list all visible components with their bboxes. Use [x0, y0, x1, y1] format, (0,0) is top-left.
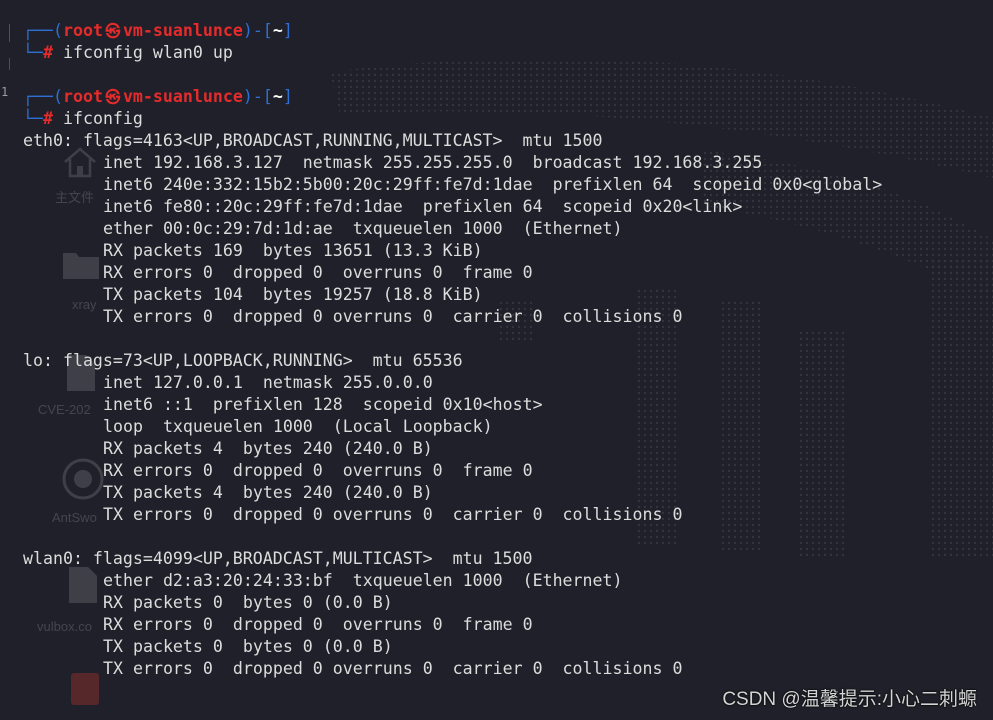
- prompt-cwd: ~: [272, 87, 283, 106]
- interface-detail: inet 127.0.0.1 netmask 255.0.0.0: [103, 373, 433, 392]
- interface-detail: RX packets 4 bytes 240 (240.0 B): [103, 439, 433, 458]
- edge-marker: 1: [1, 85, 9, 99]
- prompt-host: vm-suanlunce: [122, 87, 243, 106]
- interface-detail: RX errors 0 dropped 0 overruns 0 frame 0: [103, 263, 533, 282]
- csdn-watermark: CSDN @温馨提示:小心二刺螈: [722, 689, 977, 710]
- interface-detail: inet 192.168.3.127 netmask 255.255.255.0…: [103, 153, 763, 172]
- interface-detail: TX packets 0 bytes 0 (0.0 B): [103, 637, 393, 656]
- window-edge: [9, 58, 10, 70]
- prompt-host: vm-suanlunce: [122, 21, 243, 40]
- interface-wlan0: wlan0: flags=4099<UP,BROADCAST,MULTICAST…: [23, 548, 882, 680]
- interface-detail: inet6 ::1 prefixlen 128 scopeid 0x10<hos…: [103, 395, 543, 414]
- window-edge: [9, 24, 10, 42]
- interface-detail: ether 00:0c:29:7d:1d:ae txqueuelen 1000 …: [103, 219, 623, 238]
- prompt-line: ┌──(root ㉿ vm-suanlunce)-[~]: [23, 20, 882, 42]
- prompt-close: ]: [282, 87, 293, 106]
- command-text: ifconfig: [62, 109, 143, 128]
- interface-detail: TX errors 0 dropped 0 overruns 0 carrier…: [103, 659, 683, 678]
- command-line: └─ # ifconfig wlan0 up: [23, 42, 882, 64]
- command-text: ifconfig wlan0 up: [62, 43, 233, 62]
- interface-lo: lo: flags=73<UP,LOOPBACK,RUNNING> mtu 65…: [23, 350, 882, 526]
- interface-header: lo: flags=73<UP,LOOPBACK,RUNNING> mtu 65…: [23, 351, 463, 370]
- prompt-user: root: [62, 87, 103, 106]
- prompt-symbol: #: [42, 109, 53, 128]
- interface-detail: loop txqueuelen 1000 (Local Loopback): [103, 417, 493, 436]
- interface-detail: TX errors 0 dropped 0 overruns 0 carrier…: [103, 307, 683, 326]
- prompt-close: ]: [282, 21, 293, 40]
- interface-detail: RX packets 0 bytes 0 (0.0 B): [103, 593, 393, 612]
- interface-detail: TX packets 104 bytes 19257 (18.8 KiB): [103, 285, 483, 304]
- command-line: └─ # ifconfig: [23, 108, 882, 130]
- interface-detail: ether d2:a3:20:24:33:bf txqueuelen 1000 …: [103, 571, 623, 590]
- terminal[interactable]: ┌──(root ㉿ vm-suanlunce)-[~] └─ # ifconfig w…: [23, 20, 882, 680]
- prompt-corner: └─: [23, 109, 43, 128]
- interface-detail: RX packets 169 bytes 13651 (13.3 KiB): [103, 241, 483, 260]
- prompt-separator: )-[: [242, 21, 273, 40]
- prompt-cwd: ~: [272, 21, 283, 40]
- interface-eth0: eth0: flags=4163<UP,BROADCAST,RUNNING,MU…: [23, 130, 882, 328]
- interface-detail: RX errors 0 dropped 0 overruns 0 frame 0: [103, 461, 533, 480]
- prompt-corner: └─: [23, 43, 43, 62]
- interface-detail: inet6 240e:332:15b2:5b00:20c:29ff:fe7d:1…: [103, 175, 883, 194]
- prompt-open: ┌──(: [23, 21, 63, 40]
- interface-detail: inet6 fe80::20c:29ff:fe7d:1dae prefixlen…: [103, 197, 743, 216]
- interface-header: wlan0: flags=4099<UP,BROADCAST,MULTICAST…: [23, 549, 533, 568]
- interface-detail: TX errors 0 dropped 0 overruns 0 carrier…: [103, 505, 683, 524]
- interface-detail: TX packets 4 bytes 240 (240.0 B): [103, 483, 433, 502]
- prompt-symbol: #: [42, 43, 53, 62]
- prompt-separator: )-[: [242, 87, 273, 106]
- prompt-at-symbol: ㉿: [105, 88, 121, 106]
- prompt-at-symbol: ㉿: [105, 22, 121, 40]
- prompt-line: ┌──(root ㉿ vm-suanlunce)-[~]: [23, 86, 882, 108]
- prompt-user: root: [62, 21, 103, 40]
- interface-detail: RX errors 0 dropped 0 overruns 0 frame 0: [103, 615, 533, 634]
- interface-header: eth0: flags=4163<UP,BROADCAST,RUNNING,MU…: [23, 131, 603, 150]
- prompt-open: ┌──(: [23, 87, 63, 106]
